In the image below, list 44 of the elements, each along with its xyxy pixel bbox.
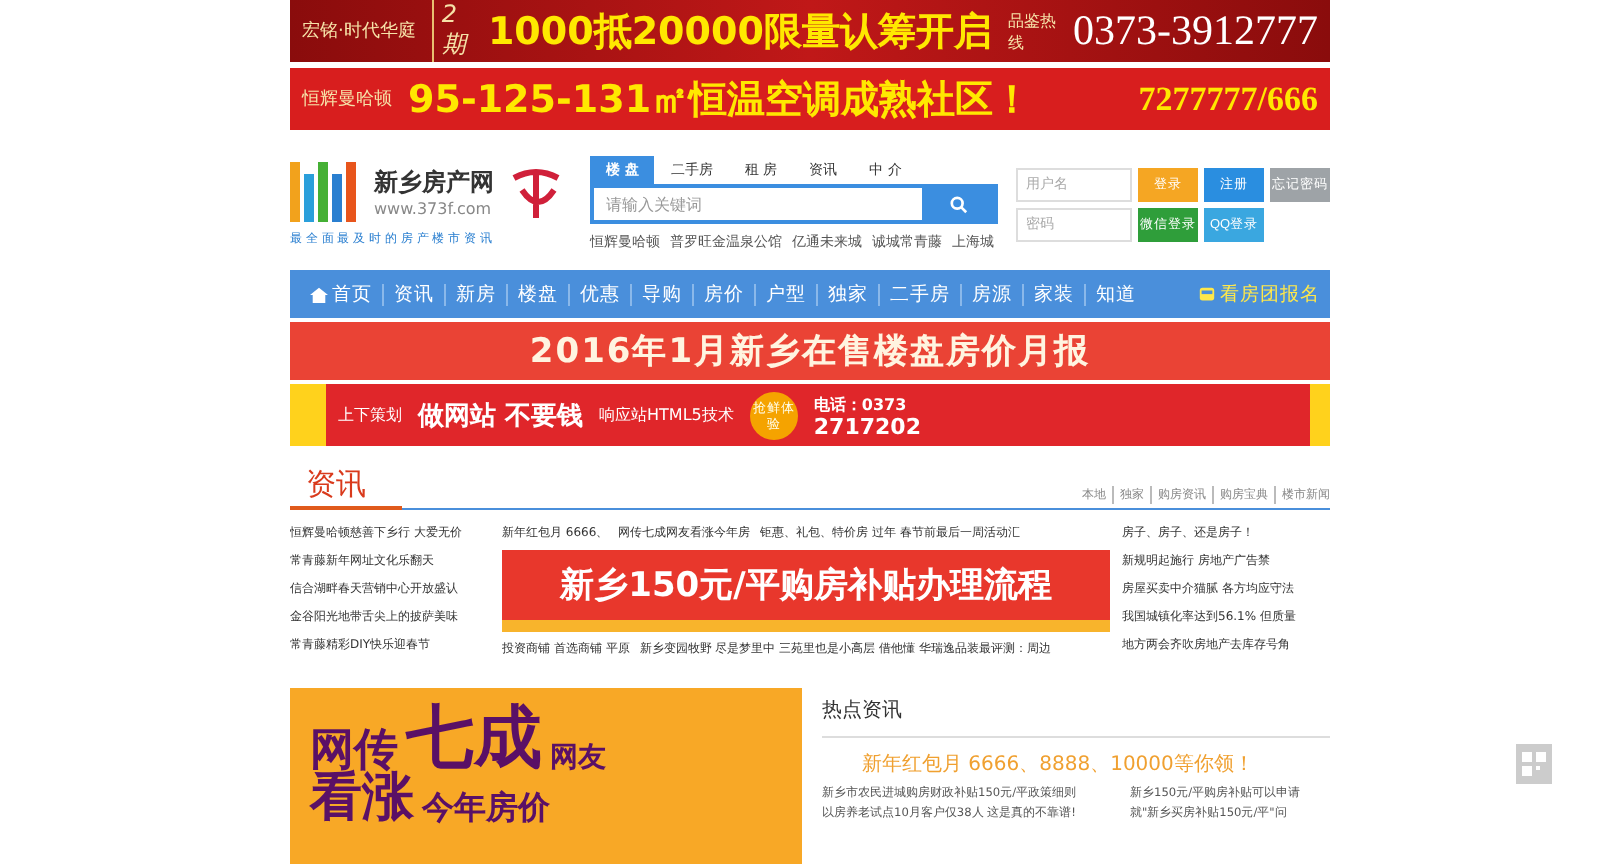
nav-link[interactable]: 独家 xyxy=(816,283,878,305)
site-name[interactable]: 新乡房产网 xyxy=(374,165,494,199)
nav-link[interactable]: 户型 xyxy=(754,283,816,305)
nav-link[interactable]: 导购 xyxy=(630,283,692,305)
banner-phone: 电话：0373 xyxy=(813,393,909,415)
report-banner[interactable]: 2016年1月新乡在售楼盘房价月报 xyxy=(290,322,1330,380)
banner-phone-label: 品鉴热线 xyxy=(1007,9,1057,53)
nav-link[interactable]: 资讯 xyxy=(382,283,444,305)
feature-text: 网传 xyxy=(310,728,398,772)
nav-link[interactable]: 新房 xyxy=(444,283,506,305)
banner-subtitle: 响应站HTML5技术 xyxy=(599,404,734,426)
section-title: 资讯 xyxy=(290,466,402,510)
search-icon xyxy=(949,195,967,213)
feature-text: 七成 xyxy=(406,704,542,772)
site-url: www.373f.com xyxy=(374,199,494,217)
nav-link[interactable]: 楼盘 xyxy=(506,283,568,305)
nav-link[interactable]: 二手房 xyxy=(878,283,960,305)
nav-link[interactable]: 房价 xyxy=(692,283,754,305)
feature-text: 网友 xyxy=(550,744,606,772)
search-button[interactable] xyxy=(922,188,994,220)
banner-phone: 7277777/666 xyxy=(1138,79,1318,119)
section-title: 热点资讯 xyxy=(822,688,1330,738)
banner-headline: 做网站 不要钱 xyxy=(418,399,584,433)
banner-phone: 0373-3912777 xyxy=(1073,6,1318,56)
banner-brand: 宏铭·时代华庭 xyxy=(302,19,416,44)
logo-bars-icon xyxy=(290,161,362,221)
banner-phone: 2717202 xyxy=(813,415,921,437)
banner-headline: 1000抵20000限量认筹开启 xyxy=(487,7,992,57)
feature-text: 今年房价 xyxy=(422,792,550,824)
banner-headline: 95-125-131㎡恒温空调成熟社区！ xyxy=(408,75,1034,125)
search-field[interactable]: 请输入关键词 xyxy=(590,184,998,224)
nav-link[interactable]: 家装 xyxy=(1022,283,1084,305)
banner-brand: 上下策划 xyxy=(338,404,402,426)
banner-tag: 2期 xyxy=(431,0,472,62)
feature-text: 看涨 xyxy=(310,772,414,824)
nav-link[interactable]: 房源 xyxy=(960,283,1022,305)
promo-banner[interactable]: 新乡150元/平购房补贴办理流程 xyxy=(502,550,1110,632)
banner-brand: 恒辉曼哈顿 xyxy=(302,87,392,112)
home-icon xyxy=(310,285,328,303)
nav-link[interactable]: 优惠 xyxy=(568,283,630,305)
ad-banner[interactable]: 恒辉曼哈顿 95-125-131㎡恒温空调成熟社区！ 7277777/666 xyxy=(290,68,1330,130)
nav-link[interactable]: 首页 xyxy=(300,283,382,305)
nav-link[interactable]: 知道 xyxy=(1084,283,1146,305)
feature-banner[interactable]: 网传七成 网友 看涨 今年房价 xyxy=(290,688,802,864)
